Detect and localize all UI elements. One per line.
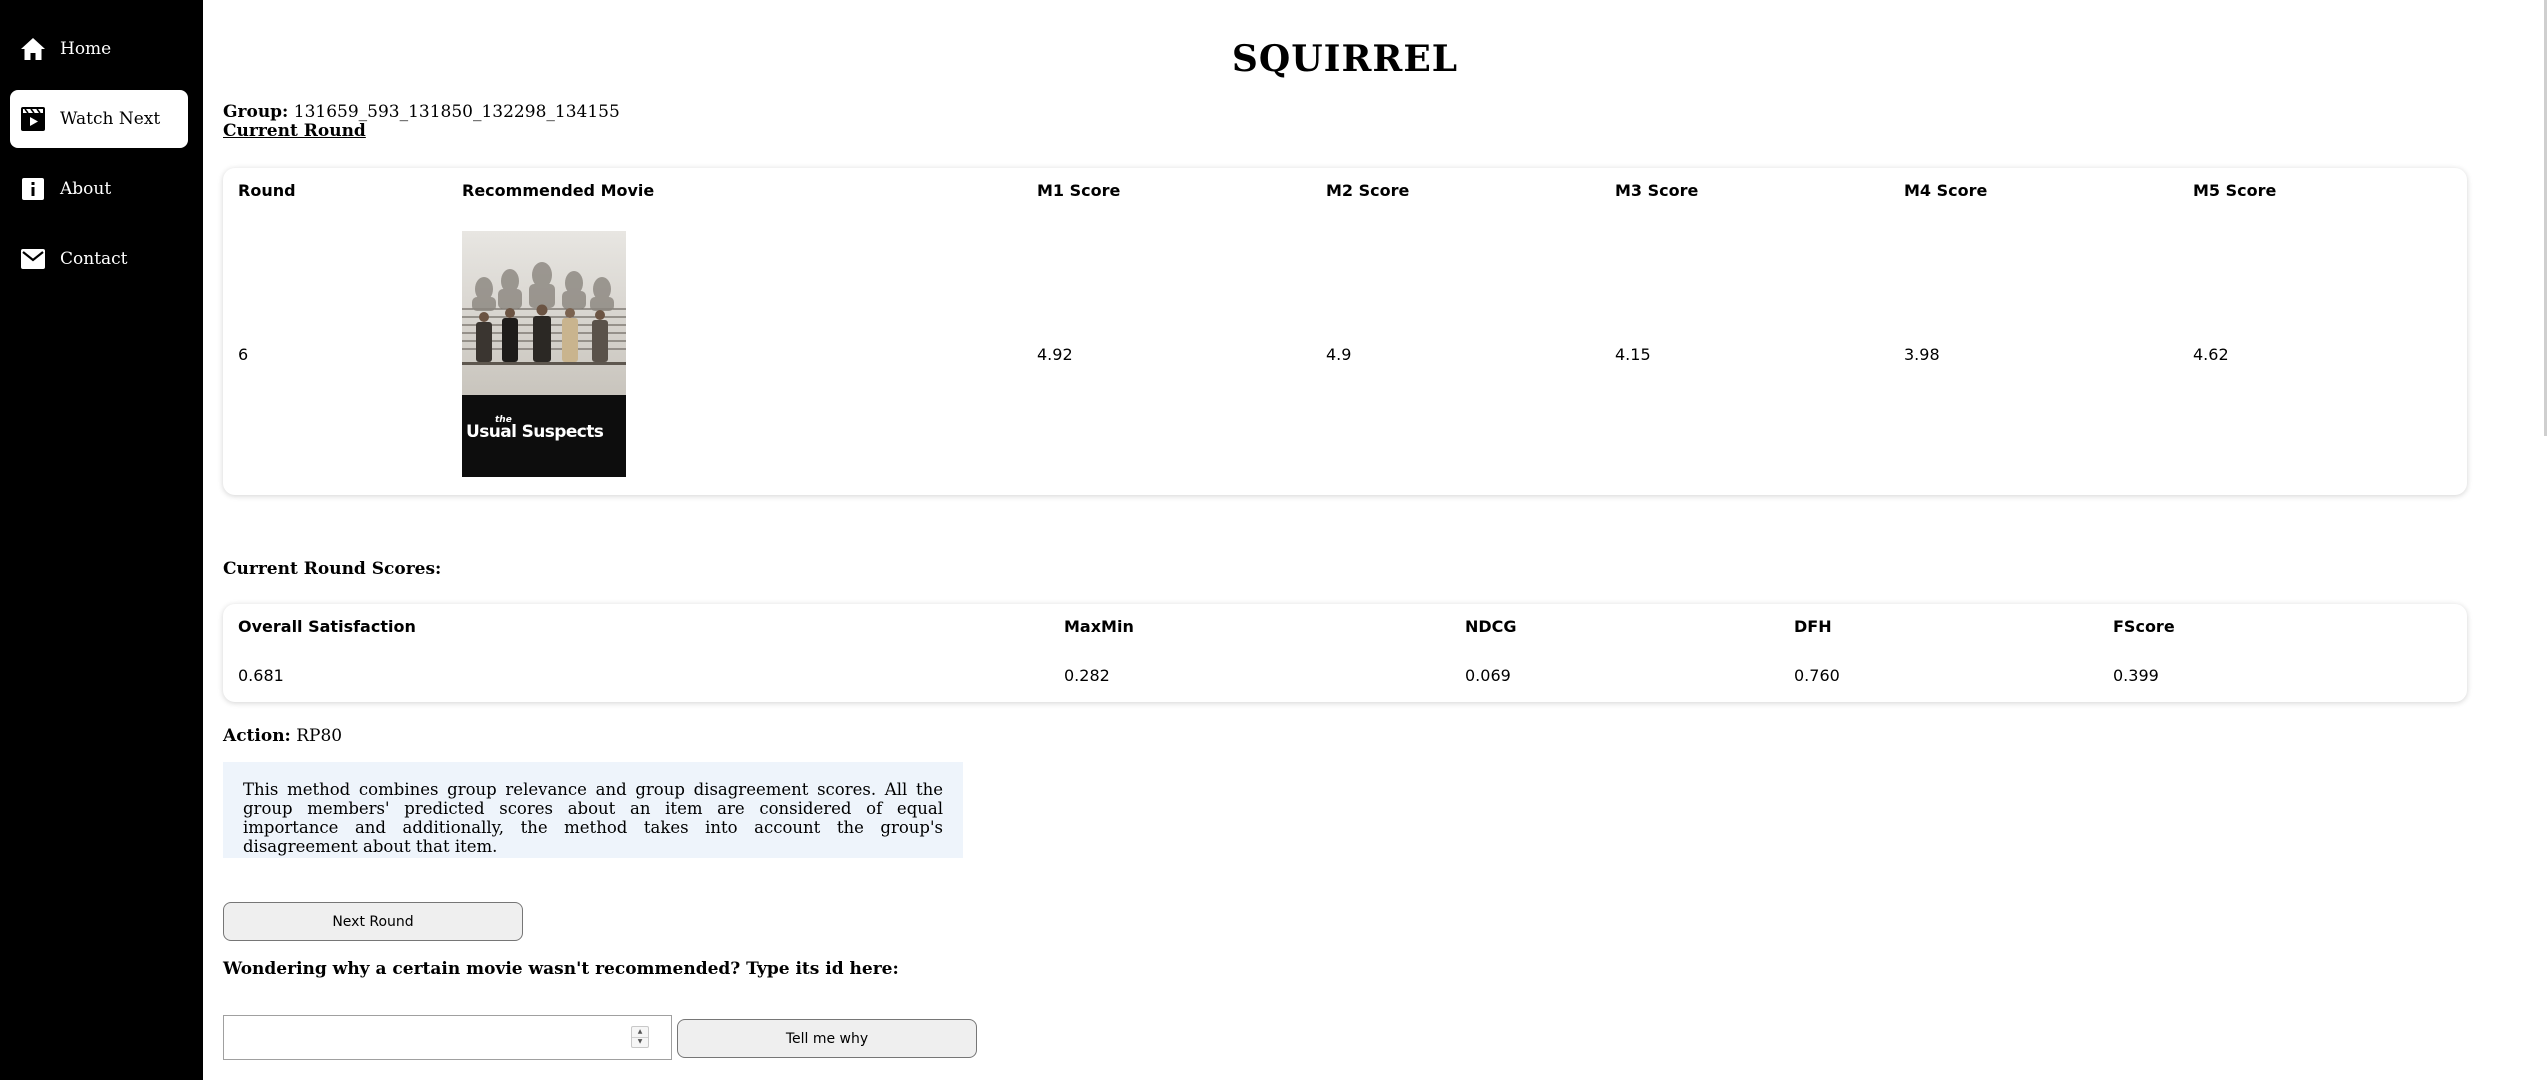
header-maxmin: MaxMin [1064,617,1134,636]
sidebar-item-contact[interactable]: Contact [10,230,188,288]
home-icon [20,36,46,62]
svg-text:Usual Suspects: Usual Suspects [466,422,604,442]
why-not-question: Wondering why a certain movie wasn't rec… [223,959,899,979]
group-info: Group: 131659_593_131850_132298_134155 [223,102,620,122]
sidebar-item-label: Contact [60,249,128,269]
action-label: Action: [223,726,291,746]
sidebar: Home Watch Next About Contact [0,0,203,1080]
value-fscore: 0.399 [2113,666,2159,685]
action-info: Action: RP80 [223,726,342,746]
spinner-down-icon[interactable]: ▼ [632,1036,648,1048]
scores-table: Overall Satisfaction MaxMin NDCG DFH FSc… [223,604,2467,702]
cell-m2-score: 4.9 [1326,345,1352,364]
action-description: This method combines group relevance and… [223,762,963,858]
sidebar-item-about[interactable]: About [10,160,188,218]
cell-m3-score: 4.15 [1615,345,1651,364]
group-label: Group: [223,102,289,122]
next-round-button[interactable]: Next Round [223,902,523,941]
movie-poster[interactable]: the Usual Suspects [462,231,626,477]
value-ndcg: 0.069 [1465,666,1511,685]
value-maxmin: 0.282 [1064,666,1110,685]
header-m3-score: M3 Score [1615,181,1699,200]
cell-m1-score: 4.92 [1037,345,1073,364]
sidebar-item-watch-next[interactable]: Watch Next [10,90,188,148]
mail-icon [20,246,46,272]
cell-round: 6 [238,345,249,364]
movie-id-input[interactable] [223,1015,672,1060]
header-overall-satisfaction: Overall Satisfaction [238,617,416,636]
header-ndcg: NDCG [1465,617,1517,636]
info-icon [20,176,46,202]
group-value: 131659_593_131850_132298_134155 [293,102,620,122]
sidebar-item-label: About [60,179,112,199]
header-m2-score: M2 Score [1326,181,1410,200]
tell-me-why-button[interactable]: Tell me why [677,1019,977,1058]
value-overall-satisfaction: 0.681 [238,666,284,685]
value-dfh: 0.760 [1794,666,1840,685]
header-m5-score: M5 Score [2193,181,2277,200]
round-table: Round Recommended Movie M1 Score M2 Scor… [223,168,2467,495]
cell-m5-score: 4.62 [2193,345,2229,364]
page-title: SQUIRREL [1231,38,1459,80]
spinner-up-icon[interactable]: ▲ [632,1027,648,1037]
action-value: RP80 [296,726,343,746]
sidebar-item-home[interactable]: Home [10,20,188,78]
header-dfh: DFH [1794,617,1832,636]
sidebar-item-label: Home [60,39,112,59]
current-round-scores-label: Current Round Scores: [223,559,442,579]
header-recommended-movie: Recommended Movie [462,181,655,200]
number-spinner[interactable]: ▲ ▼ [631,1026,649,1048]
current-round-link[interactable]: Current Round [223,121,366,141]
clapperboard-icon [20,106,46,132]
header-m4-score: M4 Score [1904,181,1988,200]
sidebar-item-label: Watch Next [60,109,161,129]
header-round: Round [238,181,296,200]
cell-m4-score: 3.98 [1904,345,1940,364]
header-fscore: FScore [2113,617,2175,636]
header-m1-score: M1 Score [1037,181,1121,200]
